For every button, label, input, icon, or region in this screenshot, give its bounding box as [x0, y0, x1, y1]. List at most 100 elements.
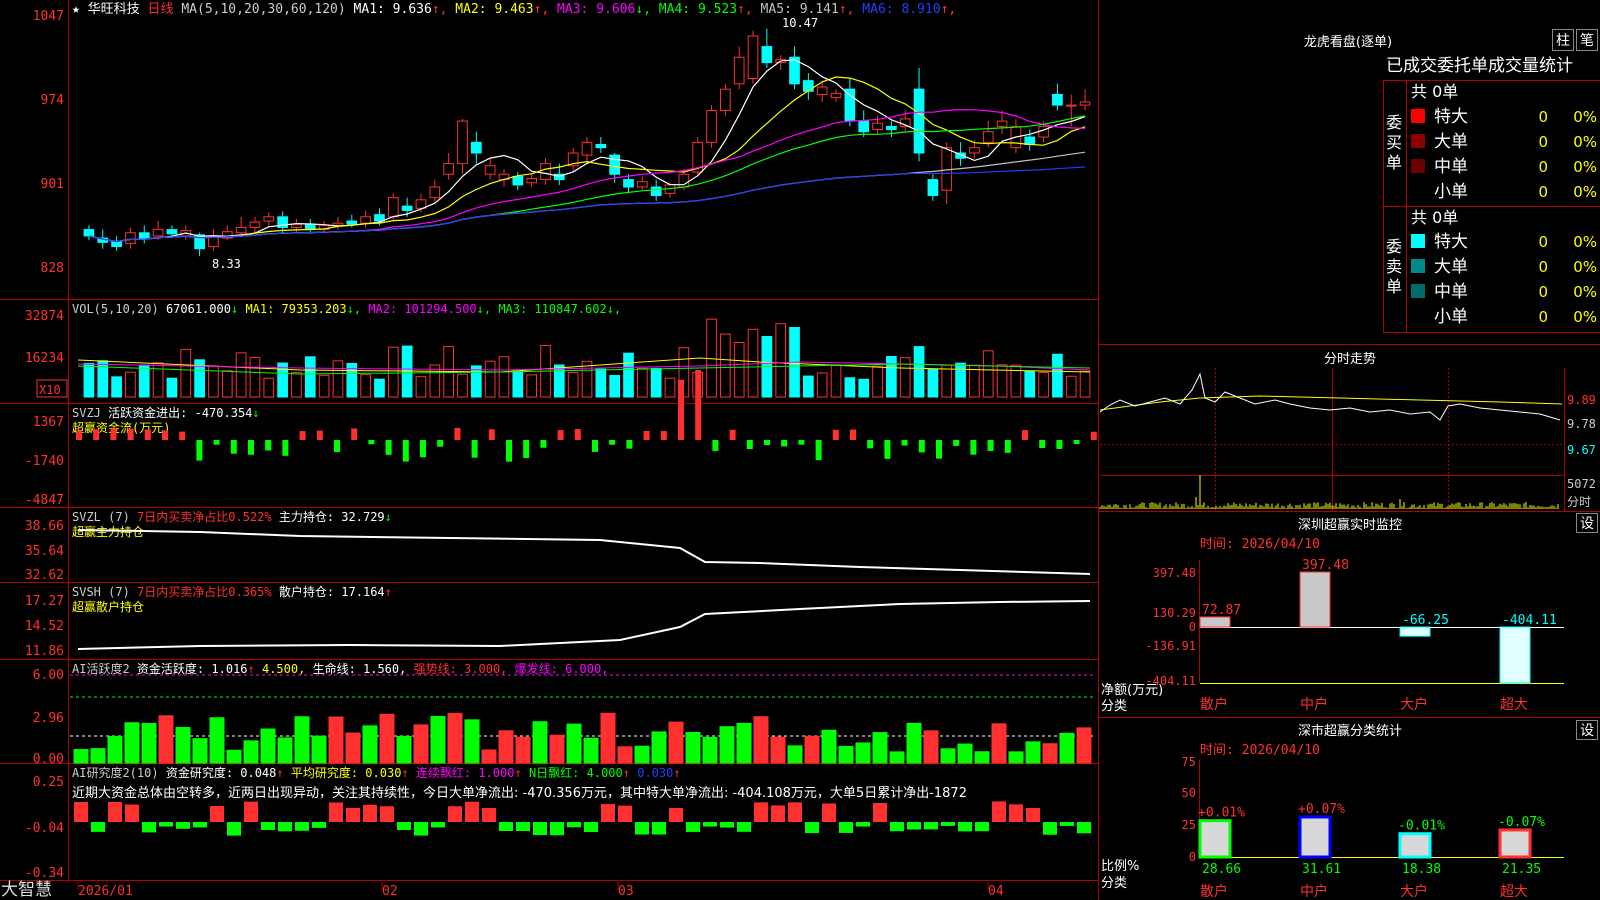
- fund-flow-bar: [660, 431, 667, 440]
- candle-body: [720, 88, 731, 111]
- svg-text:0: 0: [1189, 850, 1196, 864]
- ma-params: MA(5,10,20,30,60,120): [181, 2, 345, 17]
- fund-flow-bar: [1090, 431, 1097, 440]
- fund-flow-bar: [936, 440, 942, 459]
- fund-flow-bar: [471, 440, 478, 458]
- candle-body: [747, 35, 759, 80]
- fl-settings-button[interactable]: 设: [1576, 720, 1598, 740]
- fl-change-label: -0.07%: [1498, 815, 1545, 830]
- row-count: 0: [1538, 158, 1548, 176]
- volume-bar: [318, 374, 330, 398]
- research-bar: [635, 822, 649, 835]
- buy-total: 共 0单: [1411, 82, 1458, 101]
- vol-ma-value: MA2: 101294.500: [361, 302, 477, 316]
- research-bar: [125, 804, 139, 822]
- research-bar: [890, 822, 904, 832]
- candle-body: [830, 92, 842, 99]
- brand-logo: 大智慧: [1, 880, 52, 900]
- vol-ma: MA1: 79353.203↓, MA2: 101294.500↓, MA3: …: [245, 302, 621, 316]
- fund-flow-bar: [695, 370, 702, 440]
- volume-bar: [498, 356, 510, 398]
- stock-chart[interactable]: 1047 974 901 828 ★ 华旺科技 日线 MA(5,10,20,30…: [0, 0, 1600, 900]
- fund-flow-bar: [265, 440, 272, 451]
- activity-bar: [600, 712, 616, 764]
- fl-value-label: 28.66: [1202, 862, 1241, 877]
- ai-research-tick: -0.34: [25, 866, 64, 881]
- svg-text:25: 25: [1182, 818, 1196, 832]
- row-label: 中单: [1434, 282, 1468, 302]
- star-icon: ★: [72, 2, 80, 17]
- candle-body: [332, 222, 344, 226]
- volume-bar: [858, 378, 870, 398]
- research-bar: [108, 801, 122, 822]
- sz-bar: [1399, 626, 1431, 637]
- fund-flow-bar: [196, 440, 203, 461]
- activity-bar: [872, 732, 888, 764]
- fund-flow-bar: [574, 429, 581, 440]
- candle-body: [803, 80, 814, 92]
- row-color-swatch: [1411, 109, 1425, 123]
- sz-bar-label: -66.25: [1402, 613, 1449, 628]
- candle-body: [235, 226, 247, 234]
- bar-mode-button[interactable]: 柱: [1552, 29, 1574, 51]
- intraday-price-line: [1099, 372, 1561, 421]
- research-bar: [958, 822, 972, 832]
- ma-value: MA4: 9.523: [651, 2, 737, 17]
- volume-bar: [1079, 370, 1091, 398]
- volume-bar: [249, 356, 261, 398]
- fund-flow-bar: [488, 429, 495, 440]
- research-bar: [601, 804, 615, 822]
- fund-flow-bar: [815, 440, 822, 461]
- research-bar: [686, 822, 700, 832]
- tick-mode-button[interactable]: 笔: [1576, 29, 1598, 51]
- svsh-subtitle: 超赢散户持仓: [72, 599, 144, 614]
- fl-category-label: 散户: [1200, 883, 1228, 900]
- research-bar: [822, 803, 836, 822]
- volume-bar: [664, 377, 676, 398]
- price-tick: 828: [41, 261, 64, 276]
- activity-bar: [158, 715, 174, 764]
- ma-value: MA1: 9.636: [354, 2, 432, 17]
- research-bar: [1043, 822, 1057, 835]
- volume-bar: [886, 355, 897, 398]
- activity-bar: [345, 732, 361, 764]
- activity-bar: [413, 724, 429, 764]
- row-label: 大单: [1434, 132, 1468, 152]
- activity-bar: [634, 745, 650, 764]
- candle-body: [540, 163, 551, 181]
- research-bar: [1009, 804, 1023, 822]
- candle-body: [346, 220, 358, 225]
- fund-flow-bar: [540, 440, 547, 448]
- intraday-volume: [1099, 475, 1559, 509]
- buy-side-label: 委买单: [1386, 113, 1402, 172]
- research-bar: [227, 822, 241, 836]
- volume-bar: [637, 367, 648, 398]
- vol-header: VOL(5,10,20) 67061.000↓ MA1: 79353.203↓,…: [72, 302, 621, 316]
- activity-bar: [566, 723, 582, 764]
- candle-body: [125, 232, 136, 244]
- candle-body: [1065, 104, 1077, 107]
- ma-value: MA6: 8.910: [854, 2, 940, 17]
- activity-bar: [243, 740, 259, 764]
- candle-body: [623, 179, 634, 188]
- ma-values: MA1: 9.636↑, MA2: 9.463↑, MA3: 9.606↓, M…: [354, 2, 957, 17]
- research-bar: [839, 822, 853, 833]
- activity-bar: [532, 721, 548, 764]
- lhb-title: 龙虎看盘(逐单): [1304, 34, 1392, 50]
- candle-body: [637, 181, 648, 188]
- activity-bar: [974, 751, 990, 764]
- sz-title: 深圳超赢实时监控: [1298, 517, 1402, 533]
- activity-bar: [260, 728, 276, 764]
- fenshi-axis: 9.89 9.78 9.67 5072 分时: [1567, 393, 1596, 509]
- sz-settings-button[interactable]: 设: [1576, 513, 1598, 533]
- fl-value-label: 18.38: [1402, 862, 1441, 877]
- fund-flow-bar: [523, 440, 530, 459]
- research-bar: [1026, 807, 1040, 822]
- research-bar: [567, 822, 581, 828]
- activity-bar: [1059, 732, 1075, 764]
- research-bar: [771, 805, 785, 822]
- research-bar: [754, 802, 768, 822]
- fl-axis: 75 50 25 0: [1182, 755, 1196, 864]
- row-pct: 0%: [1573, 308, 1597, 326]
- candle-body: [374, 214, 385, 222]
